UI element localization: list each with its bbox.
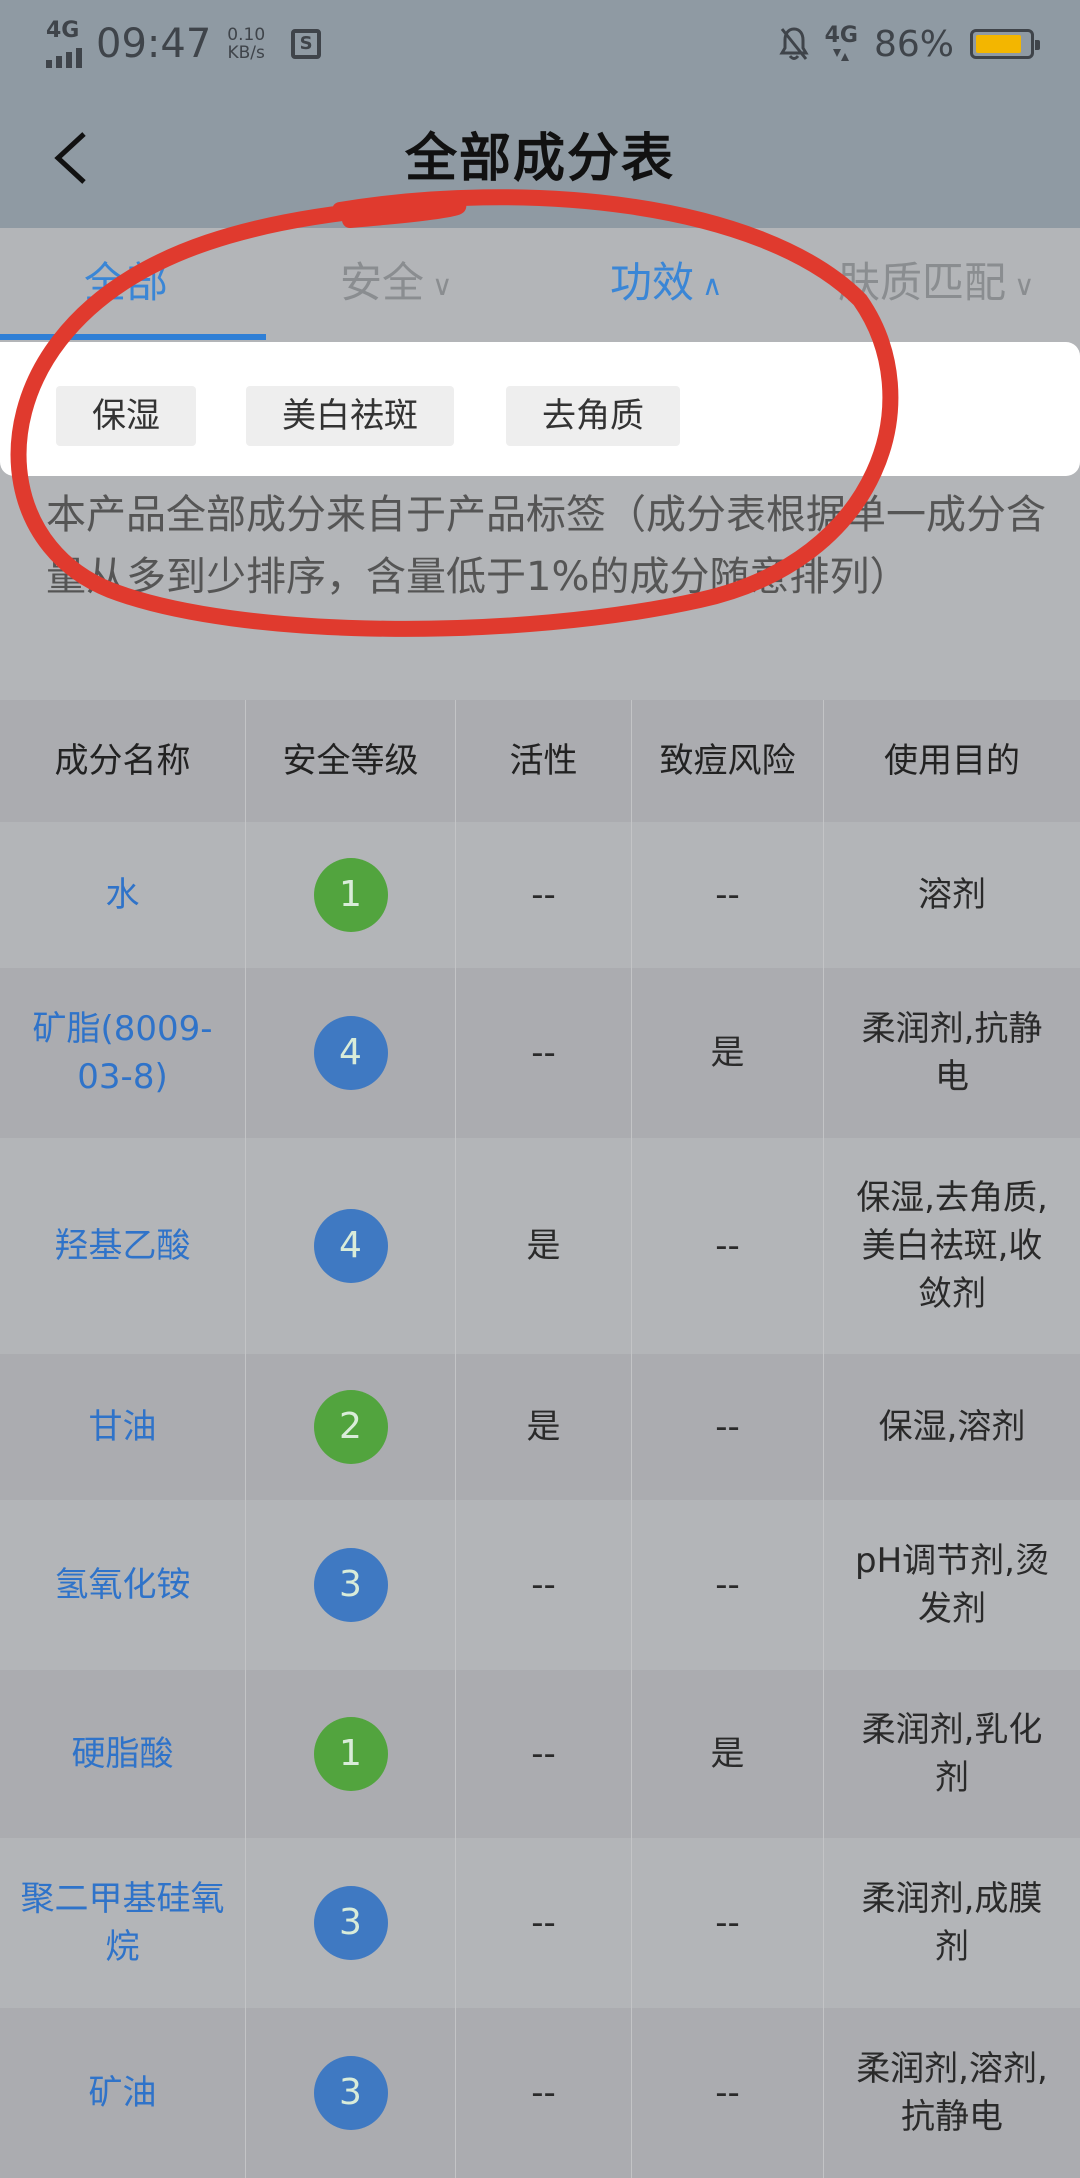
ingredients-table: 成分名称 安全等级 活性 致痘风险 使用目的 水 1 -- -- 溶剂 矿脂(8… bbox=[0, 700, 1080, 2178]
table-row[interactable]: 甘油 2 是 -- 保湿,溶剂 bbox=[0, 1354, 1080, 1500]
ingredient-name-link[interactable]: 甘油 bbox=[0, 1354, 246, 1500]
status-bar: 4G 09:47 0.10 KB/s S 4G 86% bbox=[0, 0, 1080, 88]
title-bar: 全部成分表 bbox=[0, 88, 1080, 228]
safety-level-cell: 4 bbox=[246, 1138, 456, 1354]
table-row[interactable]: 矿油 3 -- -- 柔润剂,溶剂,抗静电 bbox=[0, 2008, 1080, 2178]
acne-risk-cell: -- bbox=[632, 1500, 824, 1670]
tab-all-label: 全部 bbox=[84, 258, 169, 307]
table-row[interactable]: 硬脂酸 1 -- 是 柔润剂,乳化剂 bbox=[0, 1670, 1080, 1838]
safety-level-cell: 1 bbox=[246, 1670, 456, 1838]
filter-chip-whitening[interactable]: 美白祛斑 bbox=[246, 386, 454, 446]
ingredients-description: 本产品全部成分来自于产品标签（成分表根据单一成分含量从多到少排序，含量低于1%的… bbox=[46, 492, 1046, 600]
acne-risk-cell: -- bbox=[632, 822, 824, 968]
signal-icon: 4G bbox=[46, 20, 82, 68]
safety-level-badge: 1 bbox=[313, 858, 388, 932]
activity-cell: -- bbox=[456, 1500, 632, 1670]
activity-cell: -- bbox=[456, 968, 632, 1138]
activity-cell: -- bbox=[456, 1838, 632, 2008]
ingredient-name-link[interactable]: 氢氧化铵 bbox=[0, 1500, 246, 1670]
network-speed: 0.10 KB/s bbox=[227, 26, 265, 62]
activity-cell: 是 bbox=[456, 1354, 632, 1500]
tab-safety[interactable]: 安全 ∨ bbox=[340, 228, 453, 342]
table-row[interactable]: 矿脂(8009-03-8) 4 -- 是 柔润剂,抗静电 bbox=[0, 968, 1080, 1138]
speed-value: 0.10 bbox=[227, 25, 266, 45]
mobile-signal-icon: 4G bbox=[825, 25, 858, 63]
activity-cell: 是 bbox=[456, 1138, 632, 1354]
chevron-up-icon: ∧ bbox=[702, 268, 723, 302]
table-row[interactable]: 氢氧化铵 3 -- -- pH调节剂,烫发剂 bbox=[0, 1500, 1080, 1670]
tab-skin-match[interactable]: 肤质匹配 ∨ bbox=[838, 228, 1035, 342]
purpose-cell: 柔润剂,溶剂,抗静电 bbox=[856, 2049, 1048, 2137]
tab-bar: 全部 安全 ∨ 功效 ∧ 肤质匹配 ∨ bbox=[0, 228, 1080, 342]
activity-cell: -- bbox=[456, 2008, 632, 2178]
battery-level bbox=[976, 35, 1021, 53]
safety-level-cell: 3 bbox=[246, 2008, 456, 2178]
activity-cell: -- bbox=[456, 822, 632, 968]
acne-risk-cell: -- bbox=[632, 1138, 824, 1354]
filter-chip-moisturizing[interactable]: 保湿 bbox=[56, 386, 196, 446]
tab-safety-label: 安全 bbox=[340, 258, 425, 307]
purpose-cell: 柔润剂,成膜剂 bbox=[861, 1879, 1043, 1967]
table-header-row: 成分名称 安全等级 活性 致痘风险 使用目的 bbox=[0, 700, 1080, 822]
status-time: 09:47 bbox=[96, 21, 212, 67]
chevron-down-icon: ∨ bbox=[1014, 268, 1035, 302]
network-type-left: 4G bbox=[46, 18, 80, 43]
purpose-cell: 柔润剂,乳化剂 bbox=[861, 1710, 1043, 1798]
tab-efficacy-label: 功效 bbox=[610, 258, 695, 307]
table-row[interactable]: 水 1 -- -- 溶剂 bbox=[0, 822, 1080, 968]
safety-level-cell: 1 bbox=[246, 822, 456, 968]
acne-risk-cell: -- bbox=[632, 1838, 824, 2008]
tab-efficacy[interactable]: 功效 ∧ bbox=[610, 228, 723, 342]
header-acne-risk: 致痘风险 bbox=[632, 700, 824, 822]
purpose-cell: 溶剂 bbox=[918, 875, 986, 915]
ingredient-name-link[interactable]: 硬脂酸 bbox=[0, 1670, 246, 1838]
network-type-right: 4G bbox=[824, 23, 858, 48]
safety-level-badge: 3 bbox=[313, 2056, 388, 2130]
table-row[interactable]: 羟基乙酸 4 是 -- 保湿,去角质,美白祛斑,收敛剂 bbox=[0, 1138, 1080, 1354]
header-ingredient-name: 成分名称 bbox=[0, 700, 246, 822]
ingredient-name-link[interactable]: 羟基乙酸 bbox=[0, 1138, 246, 1354]
tab-skin-match-label: 肤质匹配 bbox=[838, 258, 1007, 307]
safety-level-badge: 3 bbox=[313, 1548, 388, 1622]
purpose-cell: pH调节剂,烫发剂 bbox=[855, 1541, 1049, 1629]
filter-chip-exfoliating[interactable]: 去角质 bbox=[506, 386, 680, 446]
acne-risk-cell: 是 bbox=[632, 968, 824, 1138]
active-tab-indicator bbox=[0, 334, 266, 340]
safety-level-cell: 2 bbox=[246, 1354, 456, 1500]
safety-level-badge: 2 bbox=[313, 1390, 388, 1464]
activity-cell: -- bbox=[456, 1670, 632, 1838]
ingredient-name-link[interactable]: 聚二甲基硅氧烷 bbox=[0, 1838, 246, 2008]
acne-risk-cell: -- bbox=[632, 2008, 824, 2178]
ingredient-name-link[interactable]: 水 bbox=[0, 822, 246, 968]
screenshot-notification-icon: S bbox=[291, 29, 322, 59]
safety-level-cell: 3 bbox=[246, 1500, 456, 1670]
table-row[interactable]: 聚二甲基硅氧烷 3 -- -- 柔润剂,成膜剂 bbox=[0, 1838, 1080, 2008]
acne-risk-cell: -- bbox=[632, 1354, 824, 1500]
page-title: 全部成分表 bbox=[404, 129, 675, 189]
safety-level-badge: 4 bbox=[313, 1209, 388, 1283]
safety-level-badge: 1 bbox=[313, 1717, 388, 1791]
ingredient-name-link[interactable]: 矿油 bbox=[0, 2008, 246, 2178]
efficacy-filter-panel: 保湿 美白祛斑 去角质 bbox=[0, 342, 1080, 476]
purpose-cell: 保湿,去角质,美白祛斑,收敛剂 bbox=[856, 1178, 1048, 1314]
ingredient-name-link[interactable]: 矿脂(8009-03-8) bbox=[0, 968, 246, 1138]
mute-bell-icon bbox=[778, 27, 809, 60]
battery-percent: 86% bbox=[873, 23, 954, 65]
acne-risk-cell: 是 bbox=[632, 1670, 824, 1838]
safety-level-badge: 3 bbox=[313, 1886, 388, 1960]
battery-icon bbox=[970, 29, 1040, 59]
purpose-cell: 保湿,溶剂 bbox=[878, 1407, 1026, 1447]
tab-all[interactable]: 全部 bbox=[84, 228, 168, 342]
safety-level-cell: 3 bbox=[246, 1838, 456, 2008]
header-safety-level: 安全等级 bbox=[246, 700, 456, 822]
safety-level-cell: 4 bbox=[246, 968, 456, 1138]
header-purpose: 使用目的 bbox=[884, 741, 1020, 781]
safety-level-badge: 4 bbox=[313, 1016, 388, 1090]
speed-unit: KB/s bbox=[227, 43, 265, 63]
chevron-down-icon: ∨ bbox=[432, 268, 453, 302]
header-activity: 活性 bbox=[456, 700, 632, 822]
purpose-cell: 柔润剂,抗静电 bbox=[861, 1009, 1043, 1097]
